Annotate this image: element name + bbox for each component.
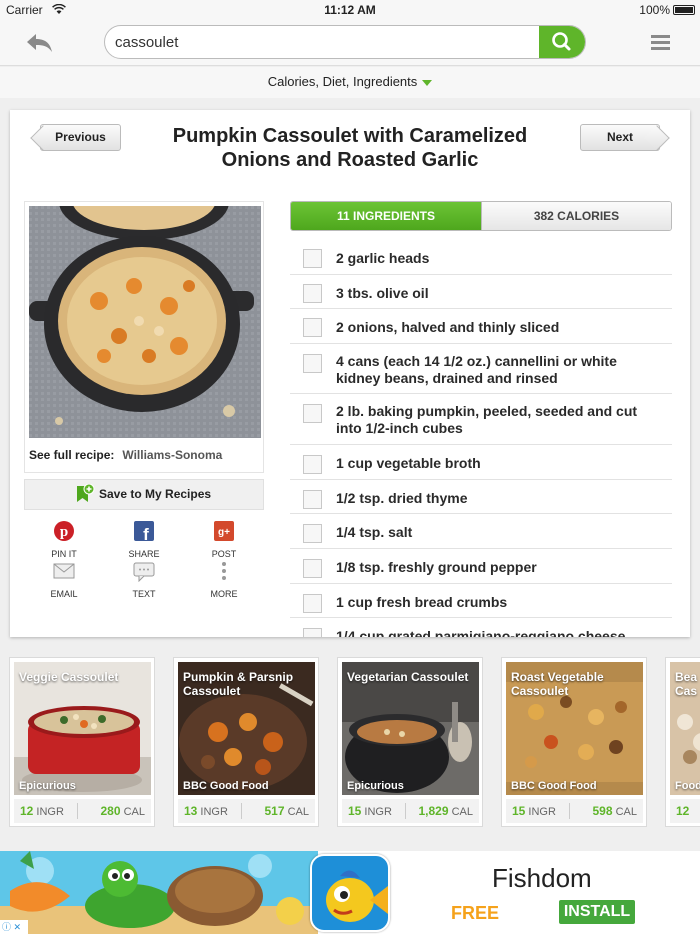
ingredient-row: 1/8 tsp. freshly ground pepper	[290, 549, 672, 584]
top-nav-bar	[0, 20, 700, 66]
ingredient-row: 1 cup fresh bread crumbs	[290, 584, 672, 618]
related-recipe-card[interactable]: Vegetarian Cassoulet Epicurious 15 INGR 1…	[337, 657, 483, 827]
save-recipe-button[interactable]: Save to My Recipes	[24, 479, 264, 510]
ingredient-checkbox[interactable]	[303, 354, 322, 373]
ad-title: Fishdom	[492, 863, 592, 893]
related-recipe-stats: 12 INGR 280 CAL	[14, 799, 151, 823]
related-recipe-stats: 15 INGR 598 CAL	[506, 799, 643, 823]
previous-button[interactable]: Previous	[40, 124, 121, 151]
ad-choices-icon[interactable]: ⓘ ✕	[0, 920, 28, 934]
facebook-share[interactable]: f SHARE	[104, 520, 184, 559]
facebook-icon: f	[134, 521, 154, 544]
ingredient-checkbox[interactable]	[303, 594, 322, 613]
text-share[interactable]: TEXT	[104, 560, 184, 599]
related-recipe-card[interactable]: Veggie Cassoulet Epicurious 12 INGR 280 C…	[9, 657, 155, 827]
related-recipes: Veggie Cassoulet Epicurious 12 INGR 280 C…	[0, 657, 700, 829]
ad-free-label: FREE	[451, 903, 500, 923]
ingredient-row: 2 onions, halved and thinly sliced	[290, 309, 672, 344]
tab-ingredients[interactable]: 11 INGREDIENTS	[291, 202, 481, 230]
battery-icon	[673, 5, 695, 15]
svg-text:p: p	[60, 524, 68, 540]
clock: 11:12 AM	[324, 3, 376, 17]
googleplus-share[interactable]: g+ POST	[184, 520, 264, 559]
recipe-card: Previous Pumpkin Cassoulet with Carameli…	[10, 110, 690, 637]
ingredient-row: 1/2 tsp. dried thyme	[290, 480, 672, 514]
recipe-source[interactable]: Williams-Sonoma	[122, 448, 222, 462]
ad-app-icon[interactable]	[310, 854, 390, 932]
search-button[interactable]	[539, 26, 585, 58]
ingredient-checkbox[interactable]	[303, 404, 322, 423]
ingredient-row: 1/4 tsp. salt	[290, 514, 672, 549]
ingredient-row: 4 cans (each 14 1/2 oz.) cannellini or w…	[290, 344, 672, 394]
ingredient-checkbox[interactable]	[303, 455, 322, 474]
ad-artwork	[0, 851, 318, 934]
ad-banner[interactable]: Fishdom FREE INSTALL ⓘ ✕	[0, 851, 700, 934]
filter-label: Calories, Diet, Ingredients	[267, 74, 418, 89]
ingredient-checkbox[interactable]	[303, 524, 322, 543]
recipe-photo-box: See full recipe: Williams-Sonoma	[24, 201, 264, 473]
status-bar: Carrier 11:12 AM 100%	[0, 0, 700, 20]
search-input[interactable]	[115, 26, 535, 58]
ingredient-checkbox[interactable]	[303, 628, 322, 637]
ingredient-row: 2 garlic heads	[290, 240, 672, 275]
related-recipe-stats: 15 INGR 1,829 CAL	[342, 799, 479, 823]
google-plus-icon: g+	[214, 521, 234, 541]
recipe-photo[interactable]	[29, 206, 261, 438]
text-message-icon	[133, 562, 155, 583]
related-recipe-card[interactable]: Bea Cas Food 12	[665, 657, 700, 827]
ingredient-row: 3 tbs. olive oil	[290, 275, 672, 309]
ingredient-row: 1/4 cup grated parmigiano-reggiano chees…	[290, 618, 672, 637]
filter-dropdown[interactable]: Calories, Diet, Ingredients	[0, 67, 700, 98]
chevron-down-icon	[422, 79, 433, 86]
battery-percent: 100%	[639, 3, 670, 17]
ingredient-checkbox[interactable]	[303, 318, 322, 337]
bookmark-add-icon	[77, 484, 95, 502]
email-share[interactable]: EMAIL	[24, 560, 104, 599]
related-recipe-card[interactable]: Roast Vegetable Cassoulet BBC Good Food …	[501, 657, 647, 827]
email-icon	[53, 563, 75, 579]
ingredient-checkbox[interactable]	[303, 249, 322, 268]
ingredient-checkbox[interactable]	[303, 284, 322, 303]
related-recipe-card[interactable]: Pumpkin & Parsnip Cassoulet BBC Good Foo…	[173, 657, 319, 827]
recipe-tabs: 11 INGREDIENTS 382 CALORIES	[290, 201, 672, 231]
back-arrow-icon[interactable]	[22, 30, 56, 56]
full-recipe-link[interactable]: See full recipe: Williams-Sonoma	[29, 448, 222, 462]
pinterest-icon: p	[54, 521, 74, 541]
more-dots-icon	[222, 562, 226, 580]
ingredient-checkbox[interactable]	[303, 490, 322, 509]
search-icon	[552, 32, 571, 51]
pinterest-share[interactable]: p PIN IT	[24, 520, 104, 559]
ad-install-button[interactable]: INSTALL	[559, 900, 635, 924]
search-bar	[104, 25, 586, 59]
ingredient-row: 2 lb. baking pumpkin, peeled, seeded and…	[290, 394, 672, 445]
related-recipe-stats: 12	[670, 799, 700, 823]
more-share[interactable]: MORE	[184, 560, 264, 599]
related-recipe-stats: 13 INGR 517 CAL	[178, 799, 315, 823]
svg-text:f: f	[143, 525, 149, 542]
svg-text:g+: g+	[218, 527, 230, 538]
menu-icon[interactable]	[651, 35, 670, 51]
next-button[interactable]: Next	[580, 124, 660, 151]
recipe-title: Pumpkin Cassoulet with Caramelized Onion…	[172, 125, 528, 171]
ingredient-row: 1 cup vegetable broth	[290, 445, 672, 480]
ingredient-checkbox[interactable]	[303, 559, 322, 578]
tab-calories[interactable]: 382 CALORIES	[481, 202, 671, 230]
